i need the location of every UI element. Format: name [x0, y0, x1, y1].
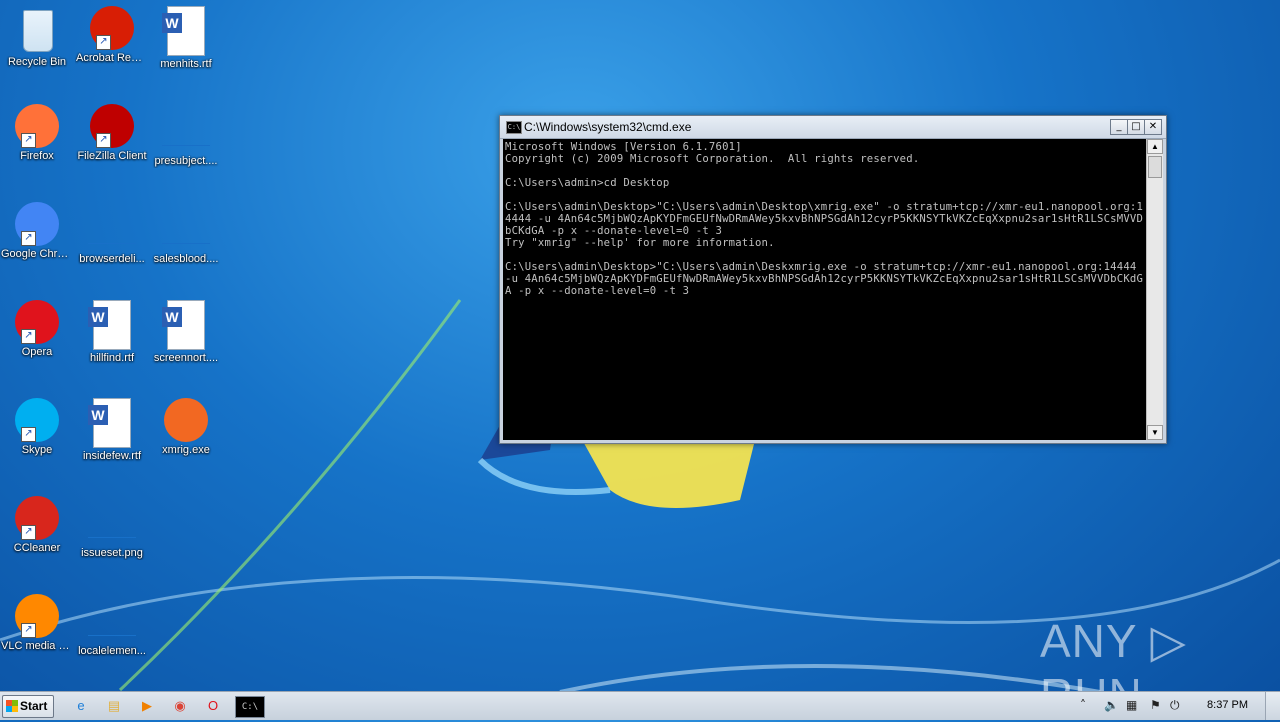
desktop-icon[interactable]: ↗ Acrobat Reader DC — [75, 0, 149, 65]
desktop-icon-label: insidefew.rtf — [82, 450, 142, 462]
flag-icon[interactable]: ⚑ — [1150, 698, 1161, 712]
chrome-icon[interactable]: ◉ — [169, 696, 191, 716]
desktop-icon[interactable]: Wmenhits.rtf — [149, 0, 223, 71]
desktop-icon[interactable]: ↗ Firefox — [0, 98, 74, 163]
console-text: Microsoft Windows [Version 6.1.7601] Cop… — [505, 141, 1144, 297]
internet-explorer-icon[interactable]: e — [70, 696, 92, 716]
desktop-icon[interactable]: salesblood.... — [149, 196, 223, 266]
volume-icon[interactable]: 🔈 — [1104, 698, 1119, 712]
desktop-icon-label: presubject.... — [154, 155, 218, 167]
word-document-icon: W — [88, 398, 131, 448]
desktop-icon-label: localelemen... — [78, 645, 146, 657]
desktop-icon-label: VLC media player — [1, 640, 74, 652]
vertical-scrollbar[interactable]: ▲ ▼ — [1146, 139, 1163, 440]
explorer-folder-icon[interactable]: ▤ — [103, 696, 125, 716]
show-desktop-button[interactable] — [1265, 692, 1280, 720]
shortcut-arrow-icon: ↗ — [21, 133, 36, 148]
desktop-icon[interactable]: xmrig.exe — [149, 392, 223, 457]
blank-file-icon — [88, 594, 136, 636]
desktop-icon-label: xmrig.exe — [162, 444, 210, 456]
blank-file-icon — [162, 202, 210, 244]
desktop-icon[interactable]: issueset.png — [75, 490, 149, 560]
blank-file-icon — [88, 202, 136, 244]
desktop-icon[interactable]: ↗ Google Chrome — [0, 196, 74, 261]
vlc-icon: ↗ — [15, 594, 59, 638]
acrobat-icon: ↗ — [90, 6, 134, 50]
desktop-icon[interactable]: localelemen... — [75, 588, 149, 658]
shortcut-arrow-icon: ↗ — [96, 133, 111, 148]
desktop-icon[interactable]: ↗ Skype — [0, 392, 74, 457]
shortcut-arrow-icon: ↗ — [96, 35, 111, 50]
cmd-window[interactable]: C:\ C:\Windows\system32\cmd.exe _ □ ✕ Mi… — [499, 115, 1167, 444]
shortcut-arrow-icon: ↗ — [21, 427, 36, 442]
power-icon[interactable]: ⏻ — [1170, 698, 1180, 713]
cmd-titlebar[interactable]: C:\ C:\Windows\system32\cmd.exe _ □ ✕ — [500, 116, 1166, 139]
word-document-icon: W — [162, 6, 205, 56]
desktop-icon-label: Google Chrome — [1, 248, 74, 260]
windows-logo-icon — [6, 700, 18, 712]
scroll-thumb[interactable] — [1148, 156, 1162, 178]
desktop-icon-label: Acrobat Reader DC — [76, 52, 149, 64]
console-output-area[interactable]: Microsoft Windows [Version 6.1.7601] Cop… — [503, 139, 1146, 440]
cmd-icon[interactable]: C:\ — [235, 696, 265, 718]
desktop-icon-label: Firefox — [20, 150, 54, 162]
word-document-icon: W — [162, 300, 205, 350]
desktop-icon[interactable]: ↗ CCleaner — [0, 490, 74, 555]
desktop-icon[interactable]: ↗ VLC media player — [0, 588, 74, 653]
desktop-icon[interactable]: browserdeli... — [75, 196, 149, 266]
ccleaner-icon: ↗ — [15, 496, 59, 540]
desktop-icon[interactable]: Winsidefew.rtf — [75, 392, 149, 463]
blank-file-icon — [162, 104, 210, 146]
scroll-down-icon[interactable]: ▼ — [1147, 425, 1163, 440]
shortcut-arrow-icon: ↗ — [21, 623, 36, 638]
desktop-icon-label: Opera — [21, 346, 53, 358]
desktop-icon-label: issueset.png — [81, 547, 143, 559]
cmd-icon: C:\ — [506, 121, 522, 134]
recycle-bin-icon — [13, 6, 61, 54]
start-button[interactable]: Start — [2, 695, 54, 718]
maximize-button[interactable]: □ — [1127, 119, 1145, 135]
chrome-icon: ↗ — [15, 202, 59, 246]
media-player-icon[interactable]: ▶ — [136, 696, 158, 716]
desktop-icon-label: Recycle Bin — [7, 56, 67, 68]
desktop-icon[interactable]: Recycle Bin — [0, 0, 74, 69]
desktop-icon[interactable]: Wscreennort.... — [149, 294, 223, 365]
scroll-up-icon[interactable]: ▲ — [1147, 139, 1163, 154]
blank-file-icon — [88, 496, 136, 538]
start-label: Start — [20, 699, 48, 713]
shortcut-arrow-icon: ↗ — [21, 525, 36, 540]
minimize-button[interactable]: _ — [1110, 119, 1128, 135]
desktop-icon[interactable]: ↗ FileZilla Client — [75, 98, 149, 163]
taskbar: Start e ▤ ▶ ◉ O C:\ 8:37 PM ˄ 🔈 ▦ ⚑ ⏻ — [0, 691, 1280, 720]
shortcut-arrow-icon: ↗ — [21, 329, 36, 344]
desktop-icon-label: screennort.... — [153, 352, 219, 364]
desktop-icon[interactable]: ↗ Opera — [0, 294, 74, 359]
desktop-icon-label: CCleaner — [13, 542, 61, 554]
close-button[interactable]: ✕ — [1144, 119, 1162, 135]
desktop-icon-label: hillfind.rtf — [89, 352, 135, 364]
opera-icon: ↗ — [15, 300, 59, 344]
chevron-up-icon[interactable]: ˄ — [1080, 698, 1086, 712]
desktop-icon[interactable]: presubject.... — [149, 98, 223, 168]
word-document-icon: W — [88, 300, 131, 350]
opera-icon[interactable]: O — [202, 696, 224, 716]
filezilla-icon: ↗ — [90, 104, 134, 148]
desktop-icon-label: salesblood.... — [153, 253, 219, 265]
monero-icon — [164, 398, 208, 442]
skype-icon: ↗ — [15, 398, 59, 442]
desktop-icon-label: Skype — [21, 444, 53, 456]
firefox-icon: ↗ — [15, 104, 59, 148]
desktop-icon-label: FileZilla Client — [77, 150, 147, 162]
system-tray: 8:37 PM ˄ 🔈 ▦ ⚑ ⏻ — [1080, 692, 1280, 720]
window-title: C:\Windows\system32\cmd.exe — [524, 120, 692, 134]
shortcut-arrow-icon: ↗ — [21, 231, 36, 246]
desktop-icon[interactable]: Whillfind.rtf — [75, 294, 149, 365]
clock[interactable]: 8:37 PM — [1207, 699, 1248, 711]
desktop-icon-label: menhits.rtf — [160, 58, 212, 70]
desktop-icon-label: browserdeli... — [79, 253, 145, 265]
network-icon[interactable]: ▦ — [1126, 698, 1137, 712]
